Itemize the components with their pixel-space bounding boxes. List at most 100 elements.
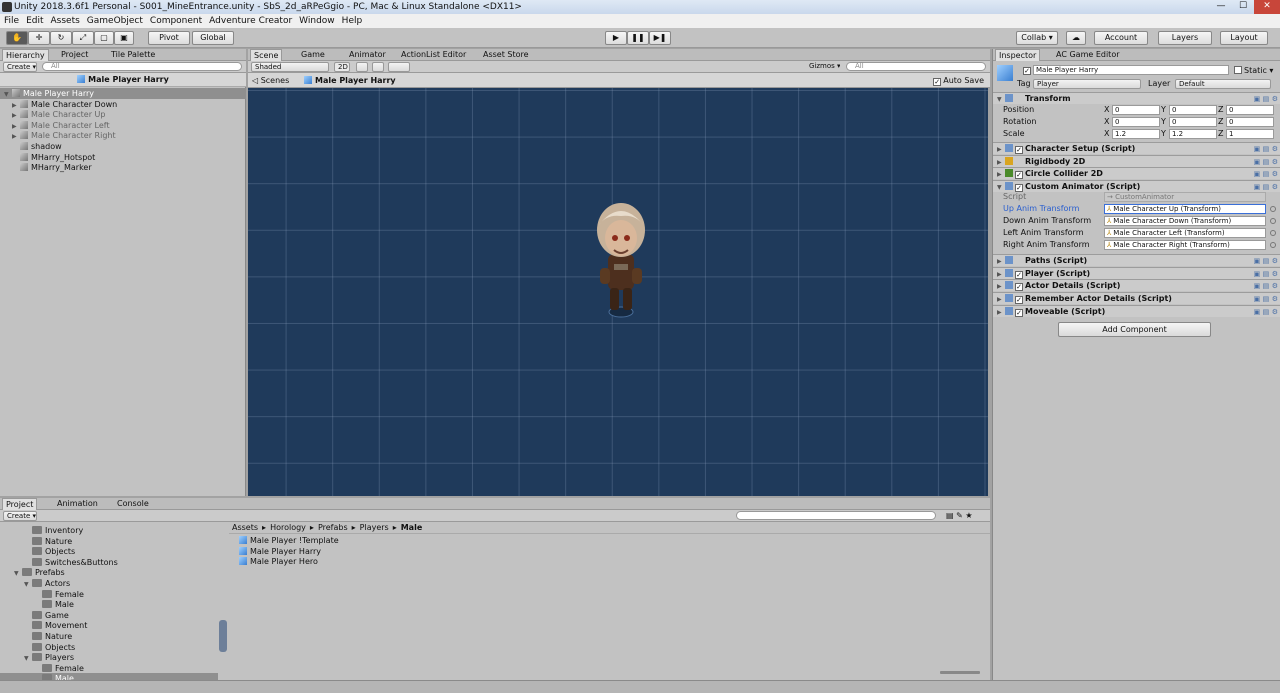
tab-actionlist-editor[interactable]: ActionList Editor — [398, 49, 469, 61]
hierarchy-item[interactable]: ▶ Male Character Right — [0, 130, 246, 141]
auto-save-toggle[interactable]: ✓ Auto Save — [933, 73, 984, 88]
transform-scale-z-field[interactable]: 1 — [1226, 129, 1274, 139]
component-enabled-checkbox[interactable]: ✓ — [1015, 308, 1023, 317]
object-picker-icon[interactable] — [1270, 218, 1276, 224]
transform-rotation-x-field[interactable]: 0 — [1112, 117, 1160, 127]
component-enabled-checkbox[interactable]: ✓ — [1015, 296, 1023, 305]
shading-dropdown[interactable]: Shaded — [251, 62, 329, 72]
project-search-input[interactable] — [736, 511, 936, 520]
component-header[interactable]: ▼ Transform ▣ ▤ ⚙ — [993, 92, 1280, 104]
tab-inspector[interactable]: Inspector — [995, 49, 1041, 61]
folder-tree-item[interactable]: ▼ Actors — [0, 578, 218, 589]
component-header[interactable]: ▼ ✓ Custom Animator (Script) ▣ ▤ ⚙ — [993, 180, 1280, 193]
layers-dropdown[interactable]: Layers — [1158, 31, 1212, 45]
transform-position-z-field[interactable]: 0 — [1226, 105, 1274, 115]
component-menu-icons[interactable]: ▣ ▤ ⚙ — [1254, 269, 1278, 280]
component-header[interactable]: ▶ ✓ Player (Script) ▣ ▤ ⚙ — [993, 266, 1280, 280]
asset-item[interactable]: Male Player !Template — [229, 535, 529, 546]
gizmos-dropdown[interactable]: Gizmos ▾ — [806, 62, 840, 72]
path-segment[interactable]: Horology — [270, 523, 306, 532]
component-enabled-checkbox[interactable]: ✓ — [1015, 171, 1023, 180]
tab-animation[interactable]: Animation — [54, 498, 101, 510]
component-menu-icons[interactable]: ▣ ▤ ⚙ — [1254, 157, 1278, 168]
2d-toggle[interactable]: 2D — [334, 62, 350, 72]
tab-console[interactable]: Console — [114, 498, 152, 510]
path-segment[interactable]: Assets — [232, 523, 258, 532]
component-menu-icons[interactable]: ▣ ▤ ⚙ — [1254, 281, 1278, 292]
component-enabled-checkbox[interactable]: ✓ — [1015, 270, 1023, 279]
hierarchy-item[interactable]: ▶ Male Character Left — [0, 120, 246, 131]
asset-item[interactable]: Male Player Harry — [229, 546, 529, 557]
scene-viewport[interactable] — [248, 88, 988, 496]
lighting-icon[interactable] — [356, 62, 368, 72]
cloud-icon[interactable]: ☁ — [1066, 31, 1086, 45]
component-header[interactable]: ▶ ✓ Character Setup (Script) ▣ ▤ ⚙ — [993, 142, 1280, 154]
path-segment[interactable]: Players — [360, 523, 389, 532]
object-picker-icon[interactable] — [1270, 242, 1276, 248]
transform-position-x-field[interactable]: 0 — [1112, 105, 1160, 115]
component-menu-icons[interactable]: ▣ ▤ ⚙ — [1254, 294, 1278, 305]
transform-scale-x-field[interactable]: 1.2 — [1112, 129, 1160, 139]
layout-dropdown[interactable]: Layout — [1220, 31, 1268, 45]
move-tool-icon[interactable]: ✛ — [28, 31, 50, 45]
foldout-arrow-icon[interactable]: ▶ — [997, 294, 1005, 305]
minimize-button[interactable]: — — [1210, 0, 1232, 14]
menu-gameobject[interactable]: GameObject — [87, 16, 143, 26]
asset-item[interactable]: Male Player Hero — [229, 556, 529, 567]
foldout-arrow-icon[interactable]: ▶ — [997, 169, 1005, 180]
component-header[interactable]: ▶ ✓ Moveable (Script) ▣ ▤ ⚙ — [993, 304, 1280, 318]
menu-file[interactable]: File — [4, 16, 19, 26]
folder-tree-item[interactable]: Female — [0, 589, 218, 600]
tab-ac-game-editor[interactable]: AC Game Editor — [1053, 49, 1123, 61]
folder-tree-item[interactable]: Movement — [0, 620, 218, 631]
audio-icon[interactable] — [372, 62, 384, 72]
account-dropdown[interactable]: Account — [1094, 31, 1148, 45]
foldout-arrow-icon[interactable]: ▶ — [997, 269, 1005, 280]
component-menu-icons[interactable]: ▣ ▤ ⚙ — [1254, 169, 1278, 180]
tree-scrollbar[interactable] — [219, 620, 227, 652]
tab-project-bottom[interactable]: Project — [2, 498, 38, 510]
play-button[interactable]: ▶ — [605, 31, 627, 45]
folder-tree-item[interactable]: ▼ Prefabs — [0, 567, 218, 578]
object-picker-icon[interactable] — [1270, 230, 1276, 236]
tab-hierarchy[interactable]: Hierarchy — [2, 49, 49, 61]
object-name-field[interactable]: Male Player Harry — [1033, 65, 1229, 75]
foldout-arrow-icon[interactable]: ▶ — [997, 157, 1005, 168]
folder-tree-item[interactable]: ▼ Players — [0, 652, 218, 663]
folder-tree-item[interactable]: Switches&Buttons — [0, 557, 218, 568]
menu-adventure-creator[interactable]: Adventure Creator — [209, 16, 292, 26]
character-sprite[interactable] — [586, 196, 656, 326]
menu-assets[interactable]: Assets — [51, 16, 80, 26]
object-picker-icon[interactable] — [1270, 206, 1276, 212]
hierarchy-item[interactable]: MHarry_Hotspot — [0, 152, 246, 163]
folder-tree-item[interactable]: Nature — [0, 631, 218, 642]
component-menu-icons[interactable]: ▣ ▤ ⚙ — [1254, 256, 1278, 267]
component-menu-icons[interactable]: ▣ ▤ ⚙ — [1254, 307, 1278, 318]
foldout-arrow-icon[interactable]: ▶ — [997, 256, 1005, 267]
component-header[interactable]: ▶ Paths (Script) ▣ ▤ ⚙ — [993, 254, 1280, 266]
hierarchy-item[interactable]: ▶ Male Character Up — [0, 109, 246, 120]
folder-tree-item[interactable]: Inventory — [0, 525, 218, 536]
effects-icon[interactable] — [388, 62, 410, 72]
folder-tree-item[interactable]: Male — [0, 599, 218, 610]
active-checkbox[interactable]: ✓ — [1023, 67, 1031, 75]
component-menu-icons[interactable]: ▣ ▤ ⚙ — [1254, 144, 1278, 155]
collab-dropdown[interactable]: Collab ▾ — [1016, 31, 1058, 45]
anim-transform-field[interactable]: ⅄ Male Character Down (Transform) — [1104, 216, 1266, 226]
menu-component[interactable]: Component — [150, 16, 202, 26]
path-segment[interactable]: Male — [401, 523, 423, 532]
hierarchy-item[interactable]: MHarry_Marker — [0, 162, 246, 173]
project-create-dropdown[interactable]: Create ▾ — [3, 511, 37, 521]
component-header[interactable]: ▶ ✓ Remember Actor Details (Script) ▣ ▤ ⚙ — [993, 292, 1280, 305]
path-segment[interactable]: Prefabs — [318, 523, 348, 532]
tab-animator[interactable]: Animator — [346, 49, 389, 61]
close-button[interactable]: ✕ — [1254, 0, 1280, 14]
tab-scene[interactable]: Scene — [250, 49, 283, 61]
foldout-arrow-icon[interactable]: ▶ — [997, 307, 1005, 318]
component-header[interactable]: ▶ Rigidbody 2D ▣ ▤ ⚙ — [993, 154, 1280, 168]
foldout-arrow-icon[interactable]: ▶ — [997, 144, 1005, 155]
tab-game[interactable]: Game — [298, 49, 328, 61]
layer-dropdown[interactable]: Default — [1175, 79, 1271, 89]
tag-dropdown[interactable]: Player — [1033, 79, 1141, 89]
tab-asset-store[interactable]: Asset Store — [480, 49, 532, 61]
